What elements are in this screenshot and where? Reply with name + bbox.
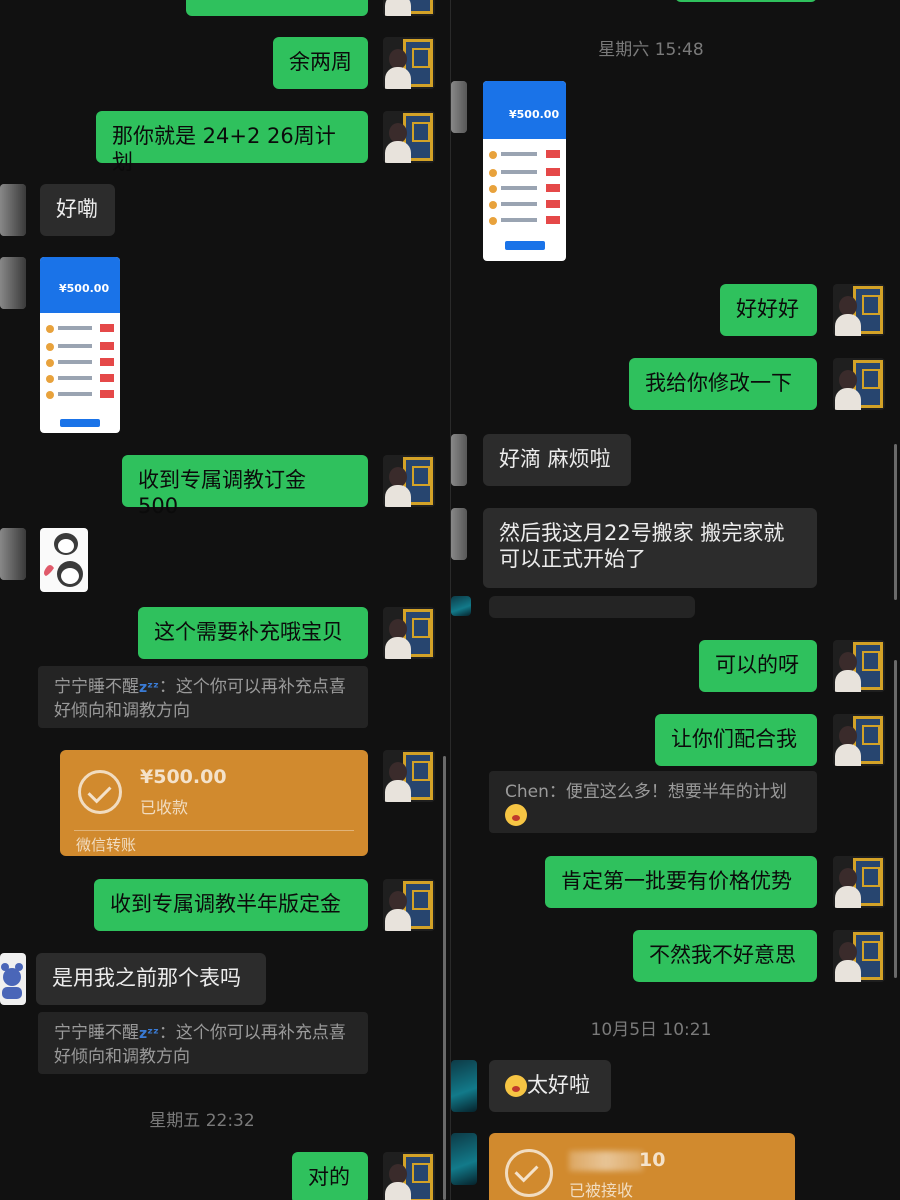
- avatar[interactable]: [383, 455, 435, 507]
- payment-screenshot-image[interactable]: ¥500.00: [40, 257, 120, 433]
- avatar[interactable]: [383, 0, 435, 16]
- avatar[interactable]: [451, 508, 467, 560]
- top-clipped-bubble: [186, 0, 368, 16]
- message-bubble[interactable]: 收到专属调教订金 500: [122, 455, 368, 518]
- transfer-status: 已被接收: [569, 1181, 634, 1200]
- avatar[interactable]: [451, 596, 471, 616]
- message-bubble[interactable]: 让你们配合我: [655, 714, 817, 766]
- blurred-amount: [569, 1151, 643, 1171]
- message-bubble[interactable]: 这个需要补充哦宝贝: [138, 607, 368, 659]
- message-bubble[interactable]: 余两周: [273, 37, 368, 89]
- message-bubble[interactable]: 好嘞: [40, 184, 115, 236]
- message-text: 太好啦: [527, 1073, 590, 1097]
- message-bubble[interactable]: 肯定第一批要有价格优势: [545, 856, 817, 908]
- penguin-sticker[interactable]: [40, 528, 88, 592]
- screenshot-price: ¥500.00: [509, 108, 560, 121]
- avatar[interactable]: [451, 1133, 477, 1185]
- avatar[interactable]: [833, 930, 885, 982]
- message-bubble[interactable]: 是用我之前那个表吗: [36, 953, 266, 1005]
- avatar[interactable]: [833, 640, 885, 692]
- avatar[interactable]: [451, 1060, 477, 1112]
- avatar[interactable]: [833, 714, 885, 766]
- avatar[interactable]: [833, 358, 885, 410]
- message-bubble[interactable]: 好滴 麻烦啦: [483, 434, 631, 486]
- avatar[interactable]: [451, 81, 467, 133]
- surprised-face-icon: [505, 1075, 527, 1097]
- screenshot-price: ¥500.00: [59, 282, 110, 295]
- avatar[interactable]: [0, 257, 26, 309]
- quoted-reply[interactable]: 宁宁睡不醒zᶻᶻ：这个你可以再补充点喜好倾向和调教方向: [38, 666, 368, 728]
- quote-text: Chen：便宜这么多！想要半年的计划: [505, 782, 787, 802]
- wechat-transfer-card[interactable]: ¥500.00 已收款 微信转账: [60, 750, 368, 856]
- chat-timestamp: 星期五 22:32: [149, 1111, 255, 1131]
- transfer-status: 已收款: [140, 798, 189, 817]
- wechat-transfer-card[interactable]: 10 已被接收: [489, 1133, 795, 1200]
- received-check-icon: [78, 770, 122, 814]
- message-bubble[interactable]: 对的: [292, 1152, 368, 1200]
- scrollbar[interactable]: [894, 444, 897, 600]
- accepted-check-icon: [505, 1149, 553, 1197]
- message-bubble[interactable]: 那你就是 24+2 26周计划: [96, 111, 368, 174]
- avatar[interactable]: [833, 856, 885, 908]
- partially-hidden-bubble: [489, 596, 695, 618]
- avatar[interactable]: [0, 528, 26, 580]
- scrollbar[interactable]: [894, 660, 897, 978]
- avatar[interactable]: [383, 607, 435, 659]
- chat-collage: 余两周 那你就是 24+2 26周计划 好嘞 ¥500.00 收到专属调教订金 …: [0, 0, 900, 1200]
- payment-screenshot-image[interactable]: ¥500.00: [483, 81, 566, 261]
- avatar[interactable]: [383, 1152, 435, 1200]
- message-bubble[interactable]: 收到专属调教半年版定金: [94, 879, 368, 931]
- transfer-footer: 微信转账: [76, 836, 137, 854]
- quoted-reply[interactable]: Chen：便宜这么多！想要半年的计划: [489, 771, 817, 833]
- chat-timestamp: 星期六 15:48: [598, 40, 704, 60]
- message-bubble[interactable]: 不然我不好意思: [633, 930, 817, 982]
- top-clipped-bubble: [675, 0, 817, 2]
- avatar[interactable]: [383, 111, 435, 163]
- transfer-amount-suffix: 10: [639, 1149, 666, 1171]
- message-bubble[interactable]: 好好好: [720, 284, 817, 336]
- sleep-zzz-icon: zᶻᶻ: [139, 680, 159, 696]
- chat-timestamp: 10月5日 10:21: [590, 1020, 712, 1040]
- quote-author: 宁宁睡不醒: [54, 677, 139, 697]
- left-chat-panel: 余两周 那你就是 24+2 26周计划 好嘞 ¥500.00 收到专属调教订金 …: [0, 0, 450, 1200]
- avatar[interactable]: [0, 953, 26, 1005]
- avatar[interactable]: [833, 284, 885, 336]
- scrollbar[interactable]: [443, 756, 446, 1200]
- bear-avatar-icon: [1, 963, 23, 999]
- avatar[interactable]: [383, 879, 435, 931]
- message-bubble[interactable]: 太好啦: [489, 1060, 611, 1112]
- quote-author: 宁宁睡不醒: [54, 1023, 139, 1043]
- avatar[interactable]: [383, 750, 435, 802]
- avatar[interactable]: [451, 434, 467, 486]
- penguin-sticker-icon: [44, 533, 83, 587]
- right-chat-panel: 星期六 15:48 ¥500.00 好好好 我给你修改一下 好滴 麻烦啦 然后我…: [450, 0, 900, 1200]
- message-bubble[interactable]: 可以的呀: [699, 640, 817, 692]
- transfer-amount: ¥500.00: [140, 766, 227, 788]
- screenshot-cta: [60, 419, 100, 427]
- quoted-reply[interactable]: 宁宁睡不醒zᶻᶻ：这个你可以再补充点喜好倾向和调教方向: [38, 1012, 368, 1074]
- avatar[interactable]: [383, 37, 435, 89]
- message-bubble[interactable]: 我给你修改一下: [629, 358, 817, 410]
- avatar[interactable]: [0, 184, 26, 236]
- message-bubble[interactable]: 然后我这月22号搬家 搬完家就可以正式开始了: [483, 508, 817, 588]
- sleep-zzz-icon: zᶻᶻ: [139, 1026, 159, 1042]
- screenshot-cta: [505, 241, 545, 250]
- surprised-face-icon: [505, 804, 527, 826]
